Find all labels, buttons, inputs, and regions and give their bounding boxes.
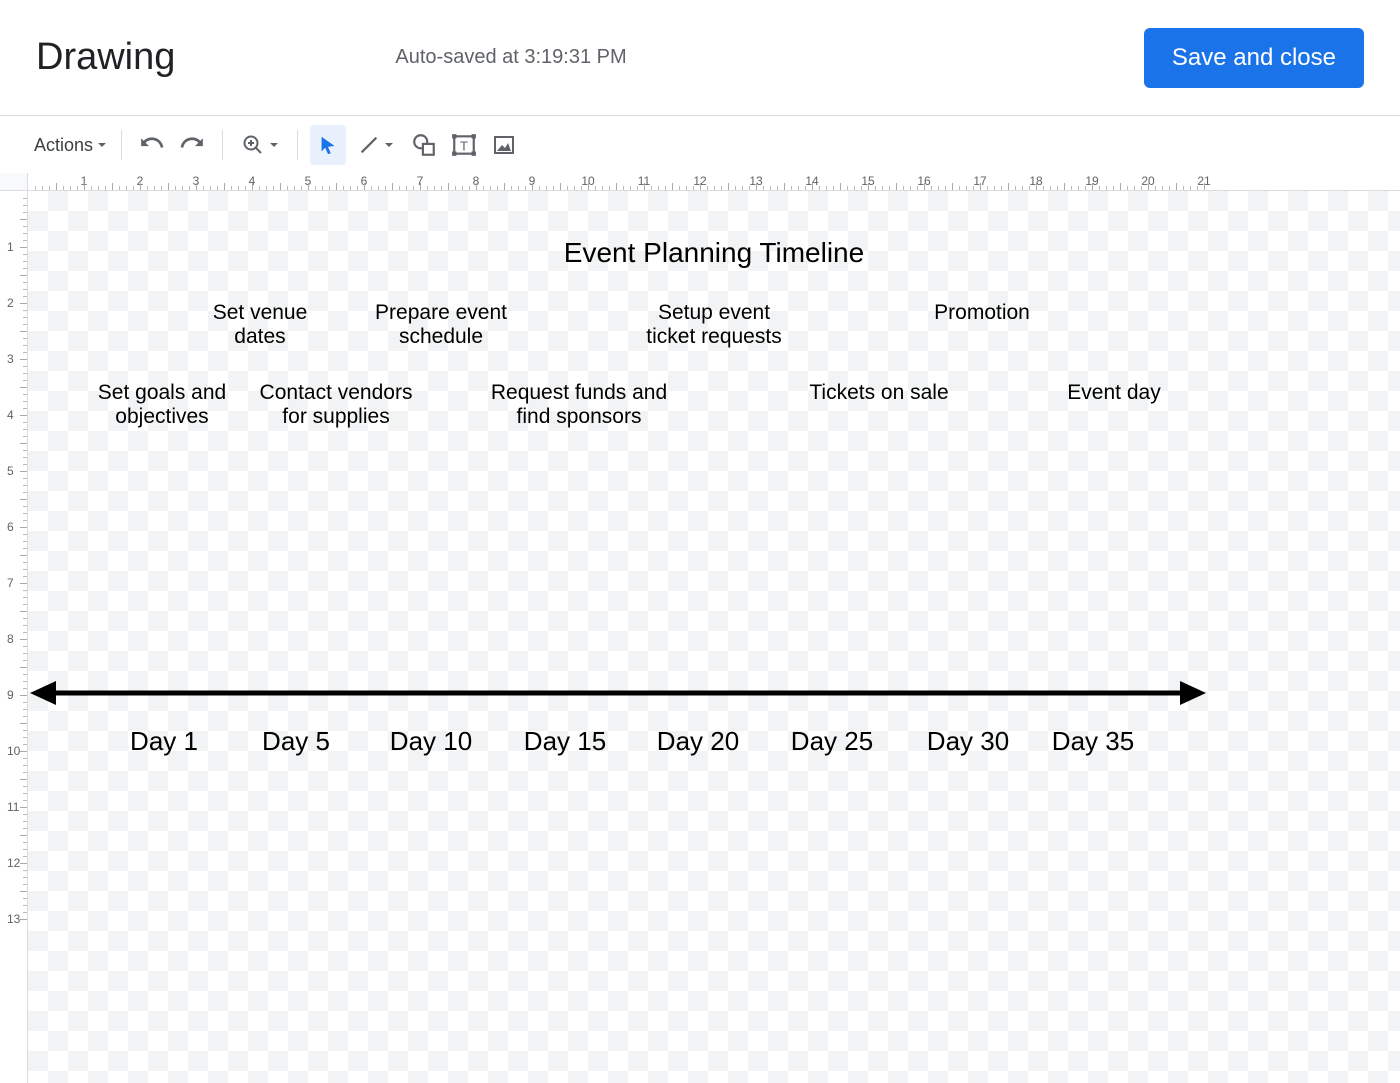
- ruler-v-number: 7: [7, 576, 14, 590]
- event-label[interactable]: Set goals and objectives: [98, 381, 226, 429]
- ruler-v-number: 6: [7, 520, 14, 534]
- dialog-title: Drawing: [36, 36, 175, 79]
- ruler-v-number: 10: [7, 744, 20, 758]
- svg-text:T: T: [460, 138, 468, 153]
- shape-tool-button[interactable]: [406, 125, 442, 165]
- autosave-status: Auto-saved at 3:19:31 PM: [395, 46, 626, 69]
- caret-down-icon: [269, 140, 279, 150]
- toolbar: Actions: [0, 116, 1400, 174]
- save-and-close-button[interactable]: Save and close: [1144, 28, 1364, 88]
- ruler-v-number: 9: [7, 688, 14, 702]
- ruler-v-number: 12: [7, 856, 20, 870]
- caret-down-icon: [384, 140, 394, 150]
- workspace: 123456789101112131415161718192021 123456…: [0, 173, 1400, 1083]
- ruler-v-number: 8: [7, 632, 14, 646]
- line-icon: [358, 134, 380, 156]
- day-label[interactable]: Day 15: [524, 726, 606, 757]
- zoom-button[interactable]: [235, 125, 285, 165]
- toolbar-separator: [297, 130, 298, 160]
- image-tool-button[interactable]: [486, 125, 522, 165]
- toolbar-separator: [121, 130, 122, 160]
- canvas-title-text[interactable]: Event Planning Timeline: [564, 237, 864, 269]
- ruler-corner: [0, 173, 28, 191]
- ruler-v-number: 1: [7, 240, 14, 254]
- textbox-tool-button[interactable]: T: [446, 125, 482, 165]
- cursor-icon: [317, 134, 339, 156]
- event-label[interactable]: Setup event ticket requests: [646, 301, 781, 349]
- shape-icon: [411, 132, 437, 158]
- vertical-ruler[interactable]: 12345678910111213: [0, 191, 28, 1083]
- drawing-canvas[interactable]: Event Planning Timeline Set venue dates P…: [28, 191, 1400, 1083]
- redo-icon: [179, 132, 205, 158]
- ruler-v-number: 2: [7, 296, 14, 310]
- textbox-icon: T: [451, 132, 477, 158]
- ruler-v-number: 5: [7, 464, 14, 478]
- day-label[interactable]: Day 20: [657, 726, 739, 757]
- ruler-v-number: 13: [7, 912, 20, 926]
- day-label[interactable]: Day 1: [130, 726, 198, 757]
- event-label[interactable]: Event day: [1067, 381, 1160, 405]
- day-label[interactable]: Day 30: [927, 726, 1009, 757]
- event-label[interactable]: Tickets on sale: [809, 381, 948, 405]
- day-label[interactable]: Day 25: [791, 726, 873, 757]
- event-label[interactable]: Set venue dates: [213, 301, 308, 349]
- ruler-v-number: 4: [7, 408, 14, 422]
- actions-label: Actions: [34, 135, 93, 156]
- day-label[interactable]: Day 35: [1052, 726, 1134, 757]
- undo-button[interactable]: [134, 125, 170, 165]
- image-icon: [492, 133, 516, 157]
- event-label[interactable]: Contact vendors for supplies: [260, 381, 413, 429]
- zoom-icon: [241, 133, 265, 157]
- undo-icon: [139, 132, 165, 158]
- ruler-v-number: 11: [7, 800, 19, 814]
- line-tool-button[interactable]: [350, 125, 402, 165]
- ruler-v-number: 3: [7, 352, 14, 366]
- event-label[interactable]: Promotion: [934, 301, 1030, 325]
- caret-down-icon: [97, 140, 107, 150]
- dialog-header: Drawing Auto-saved at 3:19:31 PM Save an…: [0, 0, 1400, 115]
- select-tool-button[interactable]: [310, 125, 346, 165]
- timeline-arrow[interactable]: [28, 673, 1400, 713]
- actions-menu-button[interactable]: Actions: [34, 125, 109, 165]
- day-label[interactable]: Day 10: [390, 726, 472, 757]
- toolbar-separator: [222, 130, 223, 160]
- redo-button[interactable]: [174, 125, 210, 165]
- event-label[interactable]: Request funds and find sponsors: [491, 381, 667, 429]
- horizontal-ruler[interactable]: 123456789101112131415161718192021: [28, 173, 1400, 191]
- day-label[interactable]: Day 5: [262, 726, 330, 757]
- event-label[interactable]: Prepare event schedule: [375, 301, 507, 349]
